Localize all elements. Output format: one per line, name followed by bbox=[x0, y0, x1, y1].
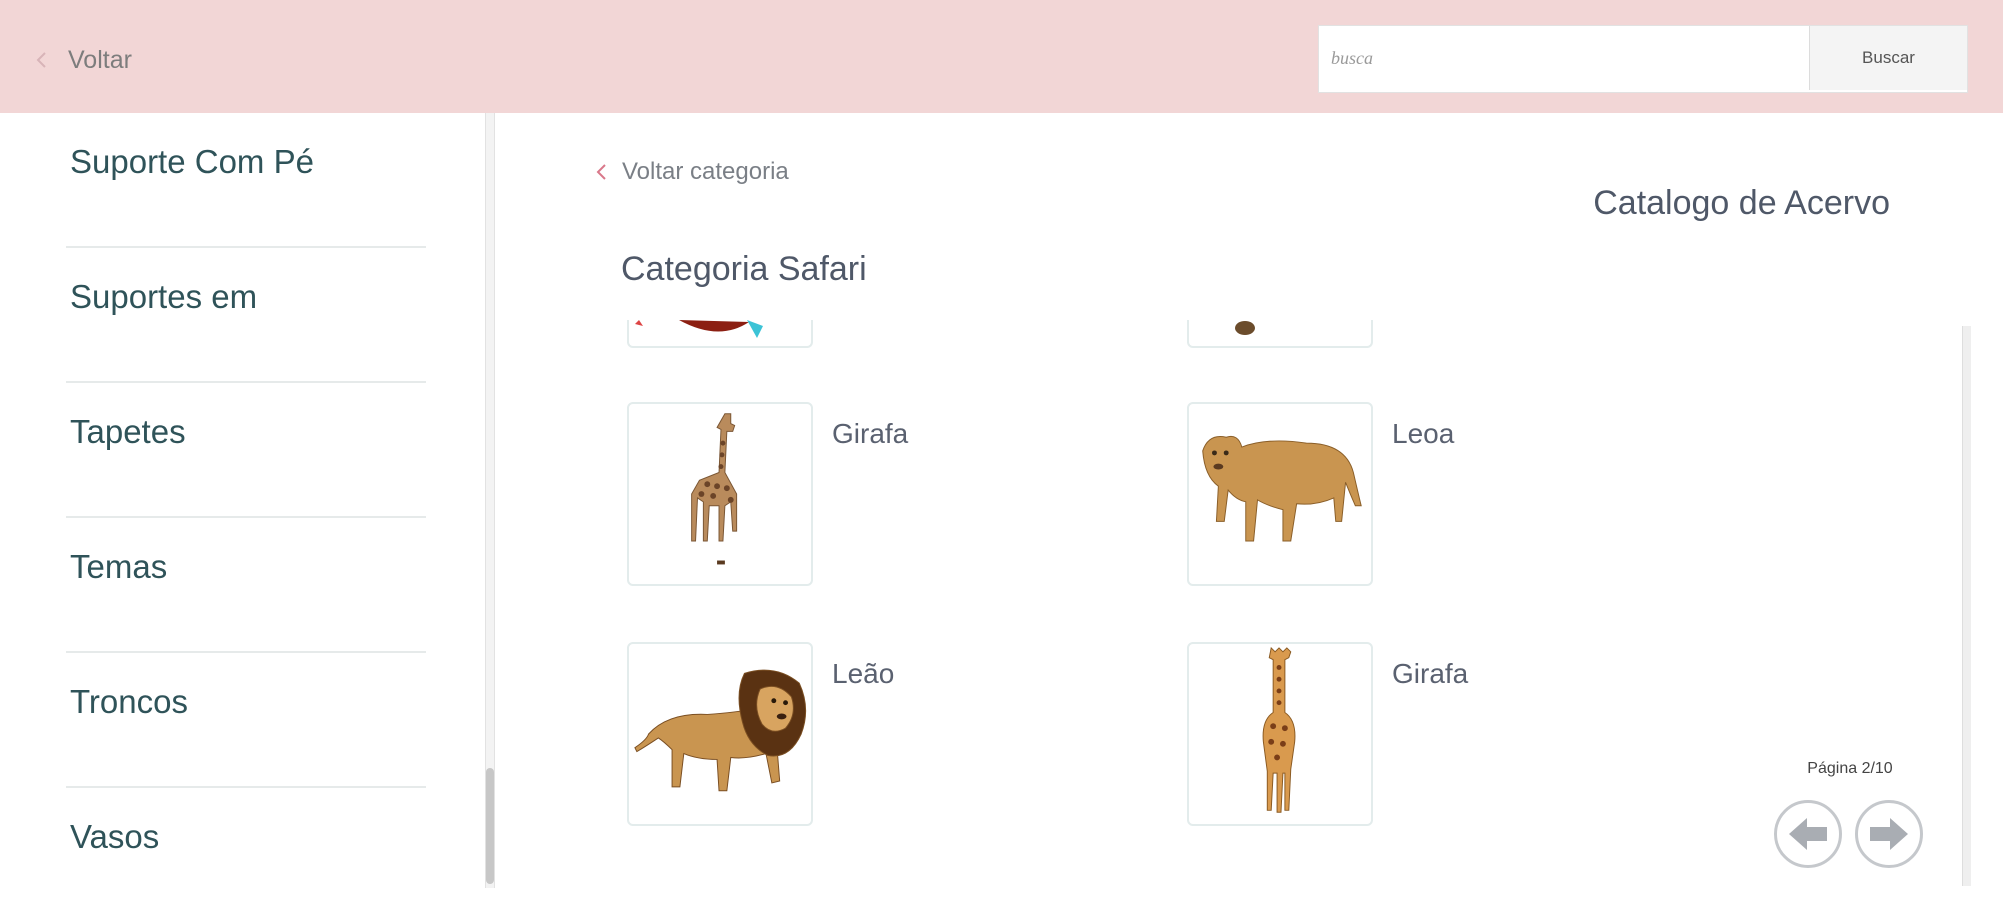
back-label: Voltar bbox=[68, 45, 132, 74]
giraffe-icon bbox=[1262, 646, 1296, 813]
product-thumb[interactable] bbox=[1187, 402, 1373, 586]
sidebar: Suporte Com Pé Suportes em Tapetes Temas… bbox=[0, 113, 492, 890]
chevron-left-icon bbox=[596, 164, 606, 180]
product-name: Leão bbox=[832, 658, 895, 689]
sidebar-item-suporte-com-pe[interactable]: Suporte Com Pé bbox=[66, 113, 426, 248]
product-name: Leoa bbox=[1392, 418, 1455, 449]
back-category-label: Voltar categoria bbox=[622, 158, 789, 185]
sidebar-item-vasos[interactable]: Vasos bbox=[66, 788, 426, 923]
sidebar-item-label: Temas bbox=[70, 548, 168, 585]
product-thumb[interactable] bbox=[1187, 642, 1373, 826]
product-name: Girafa bbox=[832, 418, 909, 449]
sidebar-item-tapetes[interactable]: Tapetes bbox=[66, 383, 426, 518]
sidebar-item-label: Troncos bbox=[70, 683, 188, 720]
back-button[interactable]: Voltar bbox=[28, 40, 132, 80]
previous-page-button[interactable] bbox=[1774, 800, 1842, 868]
top-bar: Voltar Buscar bbox=[0, 0, 2003, 113]
product-thumb-partial[interactable] bbox=[1187, 320, 1373, 348]
sidebar-item-suportes-em[interactable]: Suportes em bbox=[66, 248, 426, 383]
category-title: Categoria Safari bbox=[621, 250, 867, 288]
content-scrollbar[interactable] bbox=[1962, 326, 1971, 886]
lioness-icon bbox=[1202, 435, 1362, 542]
product-thumb[interactable] bbox=[627, 402, 813, 586]
sidebar-scrollbar-thumb[interactable] bbox=[486, 768, 494, 884]
search-input[interactable] bbox=[1319, 26, 1809, 90]
giraffe-icon bbox=[691, 413, 738, 565]
search-button[interactable]: Buscar bbox=[1809, 26, 1967, 90]
chevron-left-icon bbox=[36, 52, 46, 68]
product-card[interactable]: Leão bbox=[600, 642, 1240, 832]
sidebar-item-troncos[interactable]: Troncos bbox=[66, 653, 426, 788]
product-card[interactable]: Girafa bbox=[600, 402, 1240, 592]
sidebar-item-temas[interactable]: Temas bbox=[66, 518, 426, 653]
next-page-button[interactable] bbox=[1855, 800, 1923, 868]
product-name: Girafa bbox=[1392, 658, 1469, 689]
back-category-link[interactable]: Voltar categoria bbox=[592, 158, 789, 186]
product-grid: Girafa Leoa Leão Girafa bbox=[600, 320, 1972, 840]
lion-icon bbox=[634, 669, 807, 792]
sidebar-item-label: Tapetes bbox=[70, 413, 186, 450]
product-card[interactable]: Leoa bbox=[1160, 402, 1800, 592]
arrow-left-icon bbox=[1789, 818, 1827, 850]
product-card[interactable]: Girafa bbox=[1160, 642, 1800, 832]
product-image-partial-icon bbox=[1235, 321, 1255, 335]
page-indicator: Página 2/10 bbox=[1807, 760, 1893, 777]
sidebar-item-label: Suportes em bbox=[70, 278, 258, 315]
sidebar-item-label: Vasos bbox=[70, 818, 160, 855]
search-bar: Buscar bbox=[1318, 25, 1968, 93]
product-thumb-partial[interactable] bbox=[627, 320, 813, 348]
product-thumb[interactable] bbox=[627, 642, 813, 826]
arrow-right-icon bbox=[1870, 818, 1908, 850]
catalog-title: Catalogo de Acervo bbox=[1593, 184, 1890, 222]
sidebar-item-label: Suporte Com Pé bbox=[70, 143, 314, 180]
product-image-partial-icon bbox=[635, 320, 763, 338]
